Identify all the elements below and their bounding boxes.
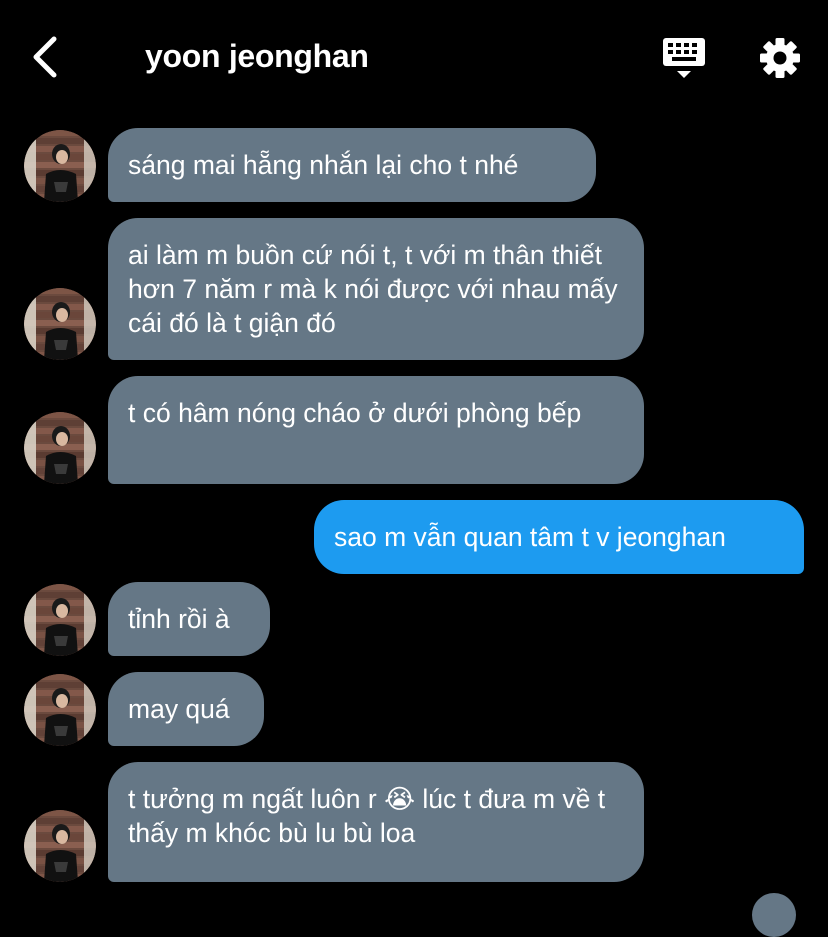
avatar[interactable] xyxy=(24,288,96,360)
incoming-message[interactable]: ai làm m buồn cứ nói t, t với m thân thi… xyxy=(108,218,644,360)
avatar[interactable] xyxy=(24,674,96,746)
scroll-indicator xyxy=(752,893,796,937)
incoming-message[interactable]: t tưởng m ngất luôn r 😭 lúc t đưa m về t… xyxy=(108,762,644,882)
avatar[interactable] xyxy=(24,130,96,202)
keyboard-icon xyxy=(663,38,705,78)
avatar[interactable] xyxy=(24,810,96,882)
settings-button[interactable] xyxy=(758,36,802,80)
outgoing-message[interactable]: sao m vẫn quan tâm t v jeonghan xyxy=(314,500,804,574)
incoming-message[interactable]: may quá xyxy=(108,672,264,746)
incoming-message[interactable]: t có hâm nóng cháo ở dưới phòng bếp xyxy=(108,376,644,484)
avatar[interactable] xyxy=(24,584,96,656)
chevron-left-icon xyxy=(33,36,57,78)
avatar[interactable] xyxy=(24,412,96,484)
keyboard-button[interactable] xyxy=(662,36,706,80)
incoming-message[interactable]: tỉnh rồi à xyxy=(108,582,270,656)
chat-header: yoon jeonghan xyxy=(0,0,828,112)
gear-icon xyxy=(760,38,800,78)
back-button[interactable] xyxy=(26,34,66,80)
conversation-title: yoon jeonghan xyxy=(145,38,369,74)
incoming-message[interactable]: sáng mai hẵng nhắn lại cho t nhé xyxy=(108,128,596,202)
